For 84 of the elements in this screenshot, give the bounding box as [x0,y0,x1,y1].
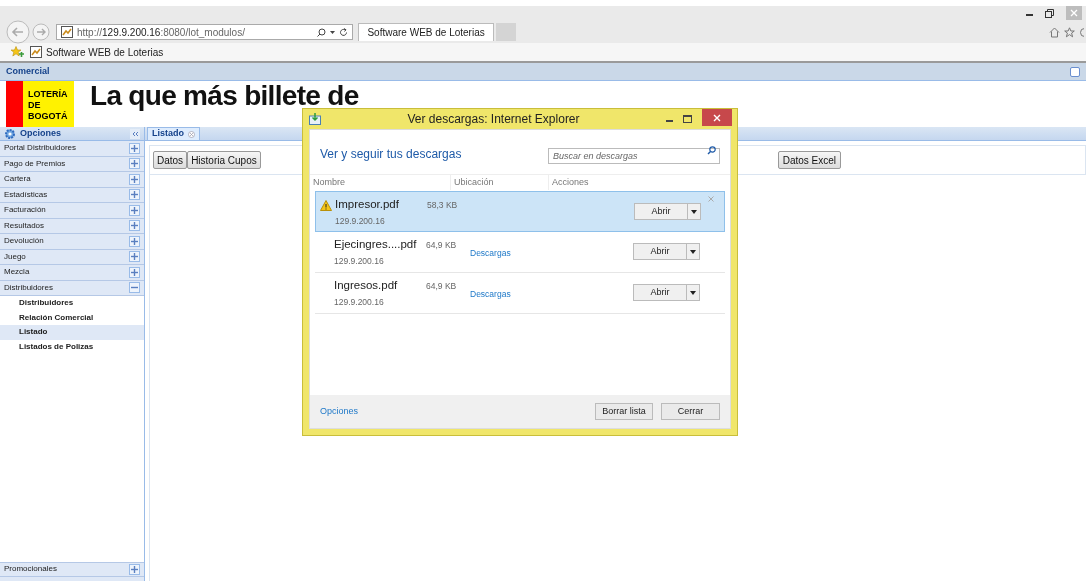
dialog-title: Ver descargas: Internet Explorer [406,111,581,128]
expand-icon[interactable] [129,189,140,201]
window-toggle-icon[interactable] [1070,66,1080,77]
sidebar-item[interactable]: Distribuidores [0,296,144,311]
search-icon[interactable] [707,146,716,155]
expand-icon[interactable] [129,251,140,263]
file-source: 129.9.200.16 [335,215,386,228]
column-header[interactable]: Ubicación [451,175,549,190]
panel-tab[interactable]: Listado [147,127,200,140]
star-icon[interactable] [1064,26,1075,38]
accordion-header[interactable]: Promocionales [0,561,144,577]
close-icon [713,113,721,122]
maximize-icon[interactable] [683,115,692,123]
location-link[interactable]: Descargas [470,289,511,299]
caret-icon [690,290,696,295]
toolbar-button[interactable]: Historia Cupos [187,151,261,169]
download-row[interactable]: Ejecingres....pdf 129.9.200.16 64,9 KB Descargas Abrir [315,232,725,273]
accordion-header[interactable]: Portal Distribuidores [0,141,144,157]
site-favicon-icon [61,26,73,38]
open-button[interactable]: Abrir [633,243,687,260]
home-icon[interactable] [1049,26,1060,38]
accordion-header[interactable]: Cartera [0,172,144,188]
close-icon[interactable] [1066,6,1082,20]
sidebar-title: Opciones [20,126,62,140]
accordion-header[interactable]: Mezcla [0,265,144,281]
export-button[interactable]: Datos Excel [777,151,842,169]
column-header[interactable]: Nombre [310,175,451,190]
file-size: 64,9 KB [426,280,458,293]
browser-tab[interactable]: Software WEB de Loterias [358,23,494,41]
address-bar[interactable]: http://129.9.200.16:8080/lot_modulos/ [56,24,353,40]
refresh-icon[interactable] [339,27,348,37]
address-text: http://129.9.200.16:8080/lot_modulos/ [77,25,245,40]
close-button[interactable] [702,109,732,126]
search-field[interactable]: Buscar en descargas [548,148,720,164]
app-title: Comercial [6,64,50,78]
dropdown-button[interactable] [687,284,700,301]
download-row[interactable]: Impresor.pdf 129.9.200.16 58,3 KB Abrir [315,191,725,232]
dialog-heading: Ver y seguir tus descargas [320,146,462,163]
file-size: 64,9 KB [426,239,458,252]
file-name: Impresor.pdf [335,197,400,212]
sidebar-item[interactable]: Listados de Polizas [0,339,144,354]
file-size: 58,3 KB [427,199,459,212]
expand-icon[interactable] [129,173,140,185]
lottery-logo: LOTERÍA DE BOGOTÁ [6,81,74,127]
close-tab-icon[interactable] [188,130,195,138]
download-row[interactable]: Ingresos.pdf 129.9.200.16 64,9 KB Descargas Abrir [315,273,725,314]
collapse-sidebar-icon[interactable] [130,128,140,139]
file-source: 129.9.200.16 [334,296,385,309]
options-link[interactable]: Opciones [320,404,587,419]
sidebar-item[interactable]: Relación Comercial [0,310,144,325]
download-icon [309,113,321,125]
expand-icon[interactable] [129,235,140,247]
dropdown-button[interactable] [688,203,701,220]
forward-icon[interactable] [32,23,50,41]
sidebar-item[interactable]: Listado [0,325,144,340]
site-favicon-icon [30,46,42,58]
column-header[interactable]: Acciones [549,175,730,190]
banner-headline: La que más billete de [90,82,359,110]
favorites-star-icon[interactable] [10,46,24,58]
dropdown-caret-icon[interactable] [330,30,335,34]
file-source: 129.9.200.16 [334,255,385,268]
expand-icon[interactable] [129,563,140,575]
accordion-header[interactable]: Facturación [0,203,144,219]
favorite-link[interactable]: Software WEB de Loterias [30,44,164,60]
toolbar-button[interactable]: Datos [153,151,188,169]
collapse-icon[interactable] [129,282,140,294]
search-icon[interactable] [317,27,326,37]
expand-icon[interactable] [129,220,140,232]
dialog-button[interactable]: Borrar lista [595,403,653,420]
file-name: Ejecingres....pdf [334,237,418,252]
expand-icon[interactable] [129,204,140,216]
file-name: Ingresos.pdf [334,278,399,293]
dropdown-button[interactable] [687,243,700,260]
expand-icon[interactable] [129,142,140,154]
location-link[interactable]: Descargas [470,248,511,258]
accordion-header[interactable]: Devolución [0,234,144,250]
caret-icon [690,249,696,254]
open-button[interactable]: Abrir [634,203,688,220]
expand-icon[interactable] [129,266,140,278]
open-button[interactable]: Abrir [633,284,687,301]
caret-icon [691,209,697,214]
expand-icon[interactable] [129,158,140,170]
dialog-button[interactable]: Cerrar [661,403,720,420]
restore-icon[interactable] [1045,8,1054,18]
